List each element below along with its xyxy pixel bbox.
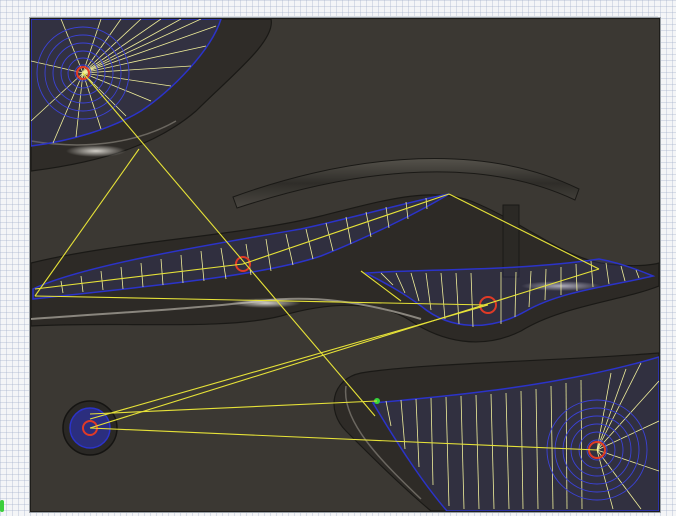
toolpath-scene[interactable]: [31, 19, 659, 511]
axis-origin-marker: [0, 500, 4, 512]
top-left-highlight: [66, 145, 126, 157]
vertical-post: [502, 204, 520, 278]
cam-viewport[interactable]: [30, 18, 660, 512]
ribbon-highlight-1: [231, 298, 301, 308]
